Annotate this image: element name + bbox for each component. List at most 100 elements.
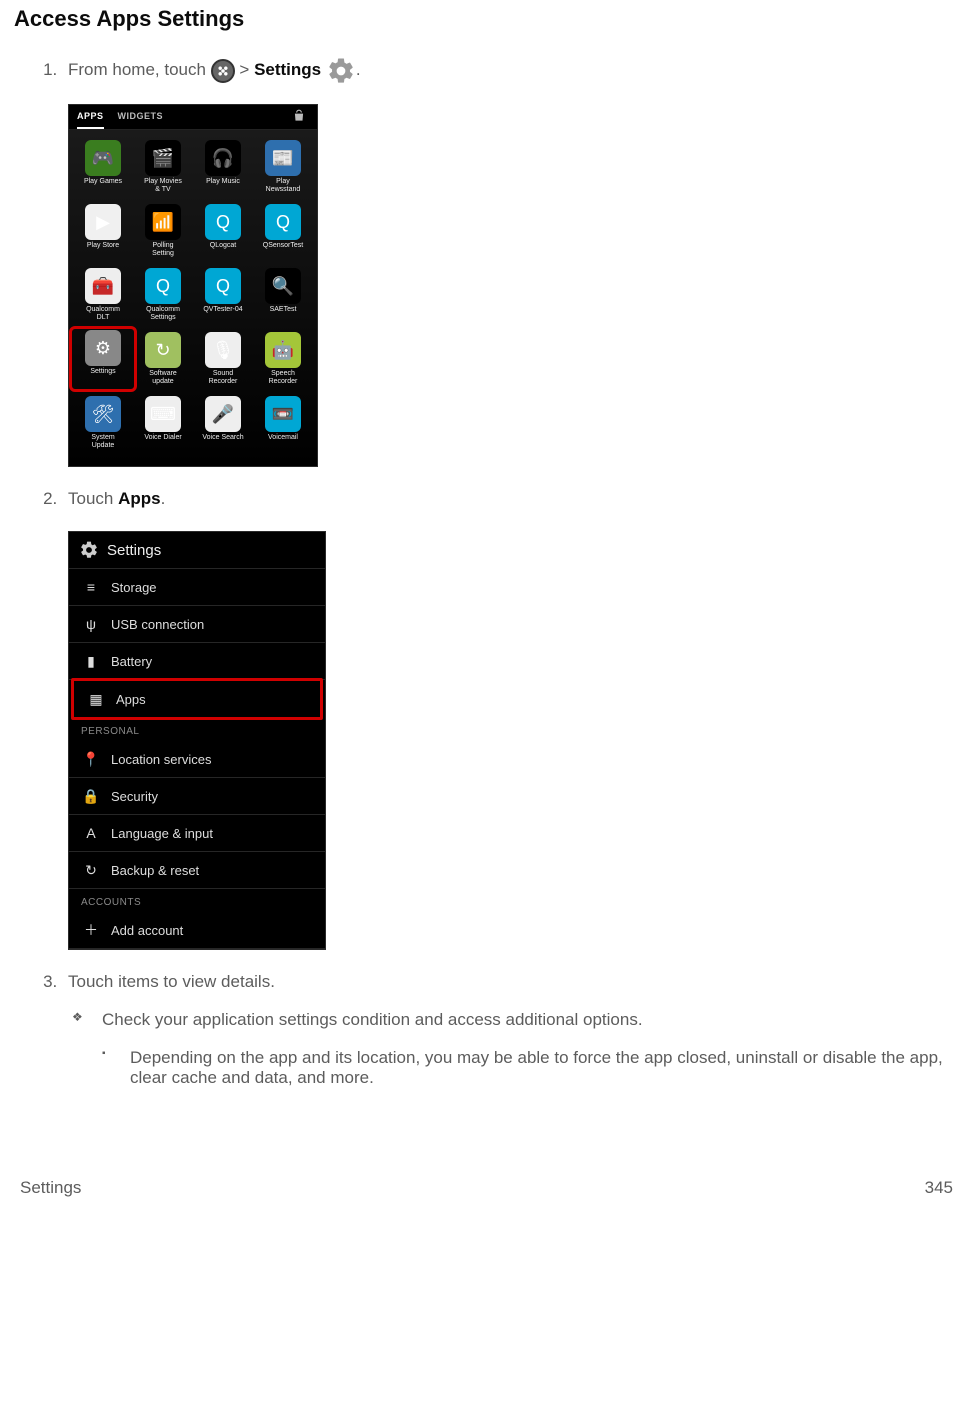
app-qlogcat[interactable]: Q QLogcat <box>193 202 253 260</box>
app-icon: Q <box>265 204 301 240</box>
settings-row-storage[interactable]: ≡ Storage <box>69 569 325 606</box>
app-label: System Update <box>91 434 114 450</box>
tab-widgets[interactable]: WIDGETS <box>118 111 164 129</box>
page-title: Access Apps Settings <box>14 6 959 32</box>
app-software-update[interactable]: ↻ Software update <box>133 330 193 388</box>
app-play-newsstand[interactable]: 📰 Play Newsstand <box>253 138 313 196</box>
sub-bullet-square: Depending on the app and its location, y… <box>96 1048 959 1088</box>
row-label: Location services <box>111 752 211 767</box>
settings-row-add-account[interactable]: ＋Add account <box>69 912 325 949</box>
row-label: Storage <box>111 580 157 595</box>
app-label: QLogcat <box>210 242 236 258</box>
step-2: Touch Apps. Settings ≡StorageψUSB connec… <box>62 489 959 950</box>
app-play-store[interactable]: ▶ Play Store <box>73 202 133 260</box>
row-label: Language & input <box>111 826 213 841</box>
settings-category-accounts: ACCOUNTS <box>69 889 325 912</box>
app-play-music[interactable]: 🎧Play Music <box>193 138 253 196</box>
app-icon: Q <box>205 268 241 304</box>
app-saetest[interactable]: 🔍SAETest <box>253 266 313 324</box>
settings-row-usb-connection[interactable]: ψUSB connection <box>69 606 325 643</box>
app-label: Speech Recorder <box>269 370 298 386</box>
app-icon: 📶 <box>145 204 181 240</box>
screenshot-settings-list: Settings ≡ Storage ψUSB connection ▮ Battery… <box>68 531 326 950</box>
app-label: SAETest <box>270 306 297 322</box>
sub-bullet-diamond: Check your application settings conditio… <box>68 1010 959 1030</box>
app-play-games[interactable]: 🎮Play Games <box>73 138 133 196</box>
app-icon: ⚙ <box>85 330 121 366</box>
app-icon: 📰 <box>265 140 301 176</box>
step-2-prefix: Touch <box>68 489 118 508</box>
row-icon: ψ <box>83 616 99 632</box>
gear-icon <box>326 56 356 86</box>
app-speech-recorder[interactable]: 🤖 Speech Recorder <box>253 330 313 388</box>
app-label: Sound Recorder <box>209 370 238 386</box>
app-label: QVTester-04 <box>203 306 242 322</box>
app-label: Voice Dialer <box>144 434 181 450</box>
app-icon: 🛠 <box>85 396 121 432</box>
row-icon: ↻ <box>83 862 99 878</box>
app-label: Software update <box>149 370 177 386</box>
settings-row-battery[interactable]: ▮ Battery <box>69 643 325 680</box>
app-icon: 🎧 <box>205 140 241 176</box>
settings-row-apps[interactable]: ▦ Apps <box>71 678 323 720</box>
settings-header: Settings <box>69 532 325 569</box>
step-1-mid: > <box>239 60 254 79</box>
step-3-text: Touch items to view details. <box>68 972 275 991</box>
app-label: Play Store <box>87 242 119 258</box>
app-play-movies-tv[interactable]: 🎬 Play Movies & TV <box>133 138 193 196</box>
app-icon: 🧰 <box>85 268 121 304</box>
app-voice-dialer[interactable]: ⌨ Voice Dialer <box>133 394 193 452</box>
app-label: Voice Search <box>202 434 243 450</box>
row-icon: ▦ <box>88 691 104 707</box>
app-icon: ⌨ <box>145 396 181 432</box>
app-settings[interactable]: ⚙ Settings <box>71 328 135 390</box>
step-1-settings-label: Settings <box>254 60 321 79</box>
row-icon: ▮ <box>83 653 99 669</box>
row-label: Security <box>111 789 158 804</box>
row-label: Apps <box>116 692 146 707</box>
app-qvtester-04[interactable]: Q QVTester-04 <box>193 266 253 324</box>
app-voice-search[interactable]: 🎤 Voice Search <box>193 394 253 452</box>
row-icon: 🔒 <box>83 788 99 804</box>
row-label: Backup & reset <box>111 863 199 878</box>
row-icon: ≡ <box>83 579 99 595</box>
play-store-icon[interactable] <box>291 109 307 123</box>
app-icon: 🎮 <box>85 140 121 176</box>
app-icon: ▶ <box>85 204 121 240</box>
app-label: QSensorTest <box>263 242 303 258</box>
app-sound-recorder[interactable]: 🎙 Sound Recorder <box>193 330 253 388</box>
settings-header-label: Settings <box>107 542 161 559</box>
app-polling-setting[interactable]: 📶 Polling Setting <box>133 202 193 260</box>
app-icon: 🎙 <box>205 332 241 368</box>
app-label: Qualcomm DLT <box>86 306 120 322</box>
app-qualcomm-dlt[interactable]: 🧰 Qualcomm DLT <box>73 266 133 324</box>
app-icon: ↻ <box>145 332 181 368</box>
settings-row-security[interactable]: 🔒 Security <box>69 778 325 815</box>
settings-row-location-services[interactable]: 📍 Location services <box>69 741 325 778</box>
app-label: Settings <box>90 368 115 384</box>
settings-row-backup-reset[interactable]: ↻ Backup & reset <box>69 852 325 889</box>
app-icon: 🎬 <box>145 140 181 176</box>
app-icon: 🤖 <box>265 332 301 368</box>
app-icon: Q <box>205 204 241 240</box>
step-1-suffix: . <box>356 60 361 79</box>
tab-apps[interactable]: APPS <box>77 111 104 129</box>
app-label: Play Newsstand <box>266 178 301 194</box>
row-label: Battery <box>111 654 152 669</box>
settings-row-language-input[interactable]: ALanguage & input <box>69 815 325 852</box>
row-icon: 📍 <box>83 751 99 767</box>
row-icon: ＋ <box>83 922 99 938</box>
screenshot-apps-drawer: APPS WIDGETS 🎮Play Games 🎬 Play Movies & T… <box>68 104 318 467</box>
step-3: Touch items to view details. Check your … <box>62 972 959 1088</box>
app-system-update[interactable]: 🛠 System Update <box>73 394 133 452</box>
app-icon: 📼 <box>265 396 301 432</box>
app-qsensortest[interactable]: Q QSensorTest <box>253 202 313 260</box>
app-label: Play Movies & TV <box>144 178 182 194</box>
step-2-apps-label: Apps <box>118 489 161 508</box>
app-icon: Q <box>145 268 181 304</box>
app-icon: 🎤 <box>205 396 241 432</box>
app-qualcomm-settings[interactable]: QQualcomm Settings <box>133 266 193 324</box>
apps-drawer-icon <box>211 59 235 83</box>
app-voicemail[interactable]: 📼Voicemail <box>253 394 313 452</box>
app-label: Polling Setting <box>152 242 174 258</box>
